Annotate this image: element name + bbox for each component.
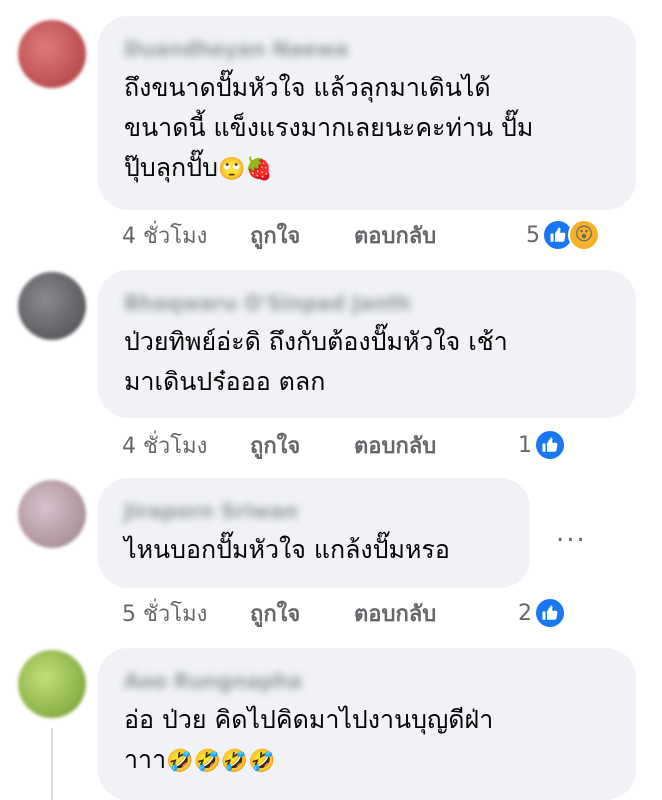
comment-timestamp[interactable]: 4 ชั่วโมง	[122, 218, 207, 253]
avatar[interactable]	[18, 650, 86, 718]
comment-author[interactable]: Jiraporn Sriwan	[124, 498, 298, 524]
like-button[interactable]: ถูกใจ	[250, 218, 300, 253]
comment-timestamp[interactable]: 5 ชั่วโมง	[122, 596, 207, 631]
reaction-count: 2	[518, 600, 532, 626]
wow-icon: 😮	[568, 219, 600, 251]
comment-emojis: 🤣🤣🤣🤣	[166, 749, 276, 774]
like-icon	[534, 597, 566, 629]
reaction-summary[interactable]: 1	[518, 428, 566, 462]
comment-author[interactable]: Aoo Rungnapha	[124, 668, 302, 694]
reaction-summary[interactable]: 5 😮	[526, 218, 600, 252]
comment-text: อ่อ ป่วย คิดไปคิดมาไปงานบุญดีฝ่า าาา🤣🤣🤣🤣	[124, 705, 494, 774]
comment-text: ป่วยทิพย์อ่ะดิ ถึงกับต้องปั๊มหัวใจ เช้า …	[124, 327, 508, 396]
avatar[interactable]	[18, 20, 86, 88]
more-options-icon[interactable]: ...	[556, 518, 587, 548]
comment-emojis: 🙄🍓	[217, 157, 273, 182]
comment-actions: 4 ชั่วโมง ถูกใจ ตอบกลับ	[122, 218, 436, 253]
avatar[interactable]	[18, 480, 86, 548]
avatar[interactable]	[18, 272, 86, 340]
like-button[interactable]: ถูกใจ	[250, 596, 300, 631]
reaction-count: 5	[526, 222, 540, 248]
reply-button[interactable]: ตอบกลับ	[354, 218, 436, 253]
comment-actions: 5 ชั่วโมง ถูกใจ ตอบกลับ	[122, 596, 436, 631]
comment-bubble: Jiraporn Sriwan ไหนบอกปั๊มหัวใจ แกล้งปั๊…	[98, 478, 530, 588]
reply-thread-line	[51, 728, 53, 800]
reaction-count: 1	[518, 432, 532, 458]
like-button[interactable]: ถูกใจ	[250, 428, 300, 463]
comment-author[interactable]: Duandheyan Naewa	[124, 36, 348, 62]
comment-timestamp[interactable]: 4 ชั่วโมง	[122, 428, 207, 463]
reply-button[interactable]: ตอบกลับ	[354, 428, 436, 463]
like-icon	[534, 429, 566, 461]
comment-bubble: Aoo Rungnapha อ่อ ป่วย คิดไปคิดมาไปงานบุ…	[98, 648, 636, 800]
comment-author[interactable]: Bhaqwaru O'Sinpad Janth	[124, 290, 411, 316]
comment-text: ถึงขนาดปั๊มหัวใจ แล้วลุกมาเดินได้ ขนาดนี…	[124, 73, 534, 182]
reply-button[interactable]: ตอบกลับ	[354, 596, 436, 631]
comment-bubble: Duandheyan Naewa ถึงขนาดปั๊มหัวใจ แล้วลุ…	[98, 16, 636, 210]
comment-actions: 4 ชั่วโมง ถูกใจ ตอบกลับ	[122, 428, 436, 463]
reaction-summary[interactable]: 2	[518, 596, 566, 630]
comment-text: ไหนบอกปั๊มหัวใจ แกล้งปั๊มหรอ	[124, 535, 450, 564]
comment-bubble: Bhaqwaru O'Sinpad Janth ป่วยทิพย์อ่ะดิ ถ…	[98, 270, 636, 418]
